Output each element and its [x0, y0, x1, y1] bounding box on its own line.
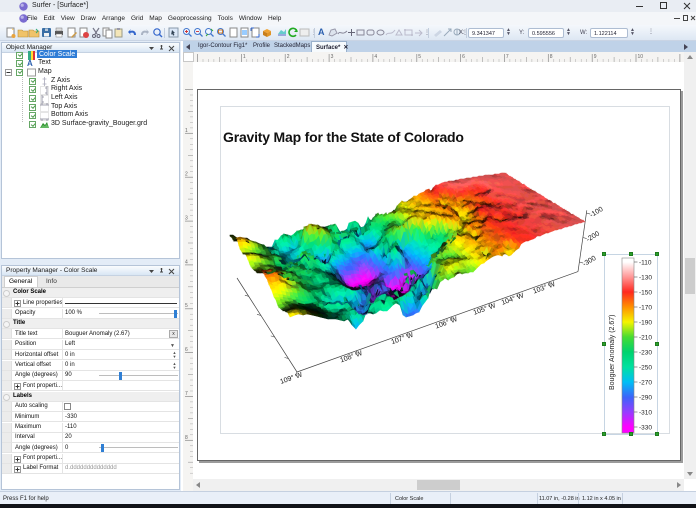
svg-text:105° W: 105° W [472, 301, 497, 316]
svg-text:-100: -100 [589, 206, 605, 219]
svg-text:-230: -230 [639, 350, 652, 357]
svg-text:106° W: 106° W [434, 315, 459, 330]
svg-text:-210: -210 [639, 335, 652, 342]
svg-text:104° W: 104° W [500, 291, 525, 306]
svg-text:109° W: 109° W [279, 370, 304, 385]
svg-text:-130: -130 [639, 275, 652, 282]
svg-text:-290: -290 [639, 395, 652, 402]
svg-text:-300: -300 [582, 255, 598, 268]
svg-text:-190: -190 [639, 320, 652, 327]
svg-text:-110: -110 [639, 260, 652, 267]
svg-text:-250: -250 [639, 365, 652, 372]
svg-text:108° W: 108° W [339, 349, 364, 364]
svg-text:-330: -330 [639, 425, 652, 432]
svg-text:103° W: 103° W [532, 280, 557, 295]
svg-text:Bouguer Anomaly (2.67): Bouguer Anomaly (2.67) [609, 315, 616, 391]
svg-text:107° W: 107° W [390, 331, 415, 346]
svg-text:-170: -170 [639, 305, 652, 312]
svg-text:-310: -310 [639, 410, 652, 417]
svg-text:-200: -200 [585, 230, 601, 243]
svg-text:-150: -150 [639, 290, 652, 297]
svg-text:-270: -270 [639, 380, 652, 387]
